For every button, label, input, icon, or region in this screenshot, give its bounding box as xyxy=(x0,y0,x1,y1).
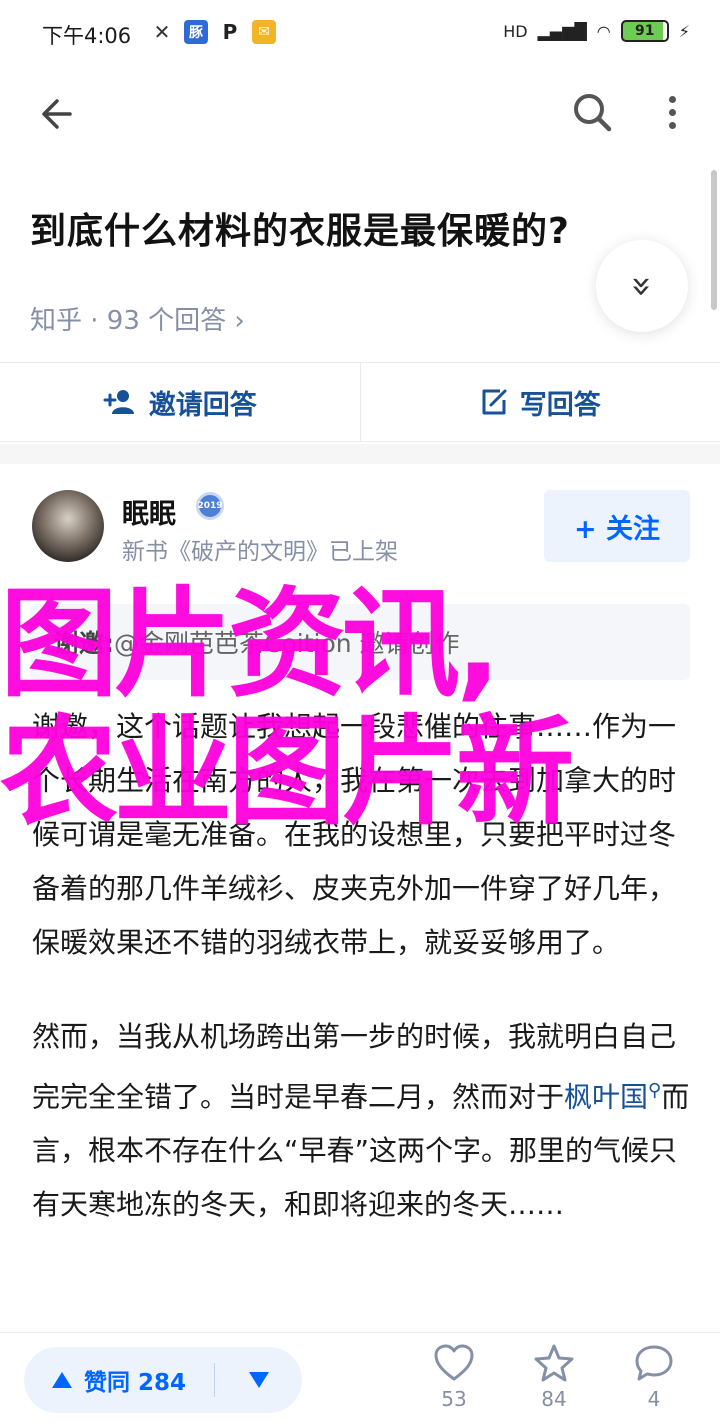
vote-pill: 赞同 284 xyxy=(24,1347,302,1413)
search-link-icon: ⚲ xyxy=(648,1080,662,1101)
invite-text: @金刚芭芭茶Coition 邀请创作 xyxy=(114,629,460,658)
favorite-button[interactable]: 84 xyxy=(524,1343,584,1411)
search-button[interactable] xyxy=(568,88,616,136)
comment-icon xyxy=(635,1345,673,1381)
mail-icon: ✉ xyxy=(252,20,276,44)
chevron-double-down-icon: » xyxy=(621,274,663,298)
network-label: HD xyxy=(503,21,528,41)
more-options-button[interactable] xyxy=(650,88,694,136)
downvote-button[interactable] xyxy=(215,1370,302,1390)
status-bar: 下午4:06 ✕ 豚 P ✉ HD ▂▄▆█ ◠ 91 ⚡ xyxy=(0,0,720,64)
expand-button[interactable]: » xyxy=(596,240,688,332)
invite-answer-label: 邀请回答 xyxy=(148,389,257,421)
question-action-bar: 邀请回答 写回答 xyxy=(0,362,720,442)
question-header: 到底什么材料的衣服是最保暖的? 知乎 · 93 个回答 › » 邀请回答 写回答 xyxy=(0,64,720,444)
invite-prefix: 谢邀: xyxy=(54,629,114,658)
scrollbar[interactable] xyxy=(711,170,717,310)
more-dot-icon xyxy=(668,121,676,129)
author-badge-icon: 2019 xyxy=(196,492,224,520)
comment-button[interactable]: 4 xyxy=(624,1343,684,1411)
upvote-label: 赞同 284 xyxy=(84,1370,187,1396)
wifi-icon: ◠ xyxy=(596,21,611,41)
status-icons: ✕ 豚 P ✉ xyxy=(150,20,276,44)
invite-note: 谢邀: @金刚芭芭茶Coition 邀请创作 xyxy=(30,604,690,680)
more-dot-icon xyxy=(668,95,676,103)
star-icon xyxy=(534,1344,574,1382)
charging-icon: ⚡ xyxy=(678,21,690,41)
answer-paragraph: 谢邀，这个话题让我想起一段悲催的往事……作为一个长期生活在南方的人，我在第一次去… xyxy=(32,710,677,959)
write-answer-label: 写回答 xyxy=(519,389,601,421)
mute-icon: ✕ xyxy=(153,20,171,44)
avatar[interactable] xyxy=(32,490,104,562)
more-dot-icon xyxy=(668,108,676,116)
like-button[interactable]: 53 xyxy=(424,1343,484,1411)
answer-card: 眠眠 2019 新书《破产的文明》已上架 + 关注 谢邀: @金刚芭芭茶Coit… xyxy=(0,464,720,1334)
author-name[interactable]: 眠眠 xyxy=(122,492,176,531)
signal-icon: ▂▄▆█ xyxy=(537,21,587,41)
follow-button[interactable]: + 关注 xyxy=(544,490,690,562)
search-icon xyxy=(574,94,612,132)
like-count: 53 xyxy=(441,1387,467,1411)
upvote-button[interactable]: 赞同 284 xyxy=(24,1363,214,1397)
answer-content[interactable]: 谢邀，这个话题让我想起一段悲催的往事……作为一个长期生活在南方的人，我在第一次去… xyxy=(32,700,692,1272)
app-notification-icon: 豚 xyxy=(184,20,208,44)
back-arrow-icon xyxy=(42,99,72,129)
bottom-bar: 赞同 284 53 84 4 xyxy=(0,1332,720,1427)
write-answer-button[interactable]: 写回答 xyxy=(361,363,720,441)
section-divider xyxy=(0,444,720,464)
heart-icon xyxy=(434,1344,474,1381)
triangle-up-icon xyxy=(52,1372,72,1388)
back-button[interactable] xyxy=(32,90,80,138)
author-bio: 新书《破产的文明》已上架 xyxy=(122,539,398,565)
comment-count: 4 xyxy=(647,1387,661,1411)
edit-icon xyxy=(482,389,507,415)
status-right: HD ▂▄▆█ ◠ 91 ⚡ xyxy=(503,20,690,42)
question-title[interactable]: 到底什么材料的衣服是最保暖的? xyxy=(30,202,570,254)
triangle-down-icon xyxy=(248,1372,269,1388)
add-user-icon xyxy=(103,390,134,414)
invite-answer-button[interactable]: 邀请回答 xyxy=(0,363,360,441)
question-meta[interactable]: 知乎 · 93 个回答 › xyxy=(30,300,245,337)
status-time: 下午4:06 xyxy=(42,24,132,48)
topic-link[interactable]: 枫叶国 xyxy=(564,1080,648,1113)
p-notification-icon: P xyxy=(222,20,238,44)
answer-paragraph: 然而，当我从机场跨出第一步的时候，我就明白自己完完全全错了。当时是早春二月，然而… xyxy=(32,1010,692,1232)
favorite-count: 84 xyxy=(541,1387,567,1411)
battery-icon: 91 xyxy=(620,20,669,42)
